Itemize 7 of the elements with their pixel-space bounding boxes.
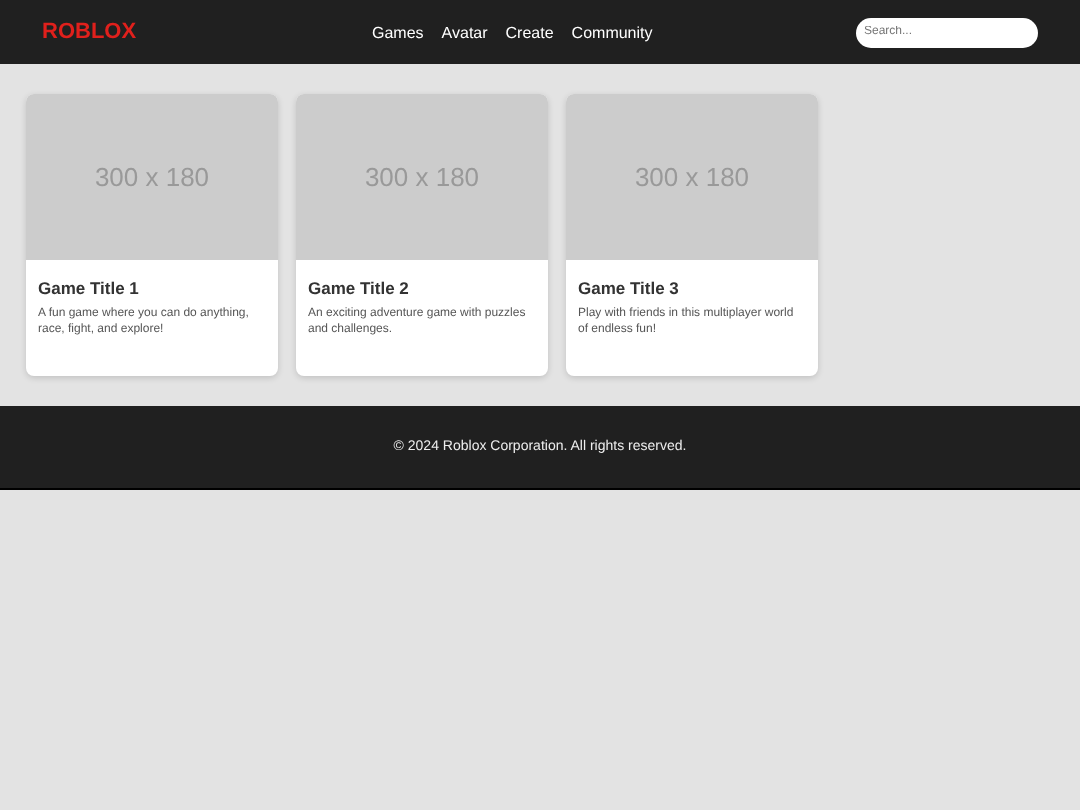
game-title: Game Title 1 bbox=[38, 278, 141, 298]
game-title: Game Title 3 bbox=[578, 278, 681, 298]
game-title: Game Title 2 bbox=[308, 278, 411, 298]
nav-link[interactable]: Create bbox=[505, 23, 554, 41]
nav-link[interactable]: Community bbox=[571, 23, 653, 41]
nav-link[interactable]: Games bbox=[372, 23, 424, 41]
nav-link[interactable]: Avatar bbox=[441, 23, 488, 41]
